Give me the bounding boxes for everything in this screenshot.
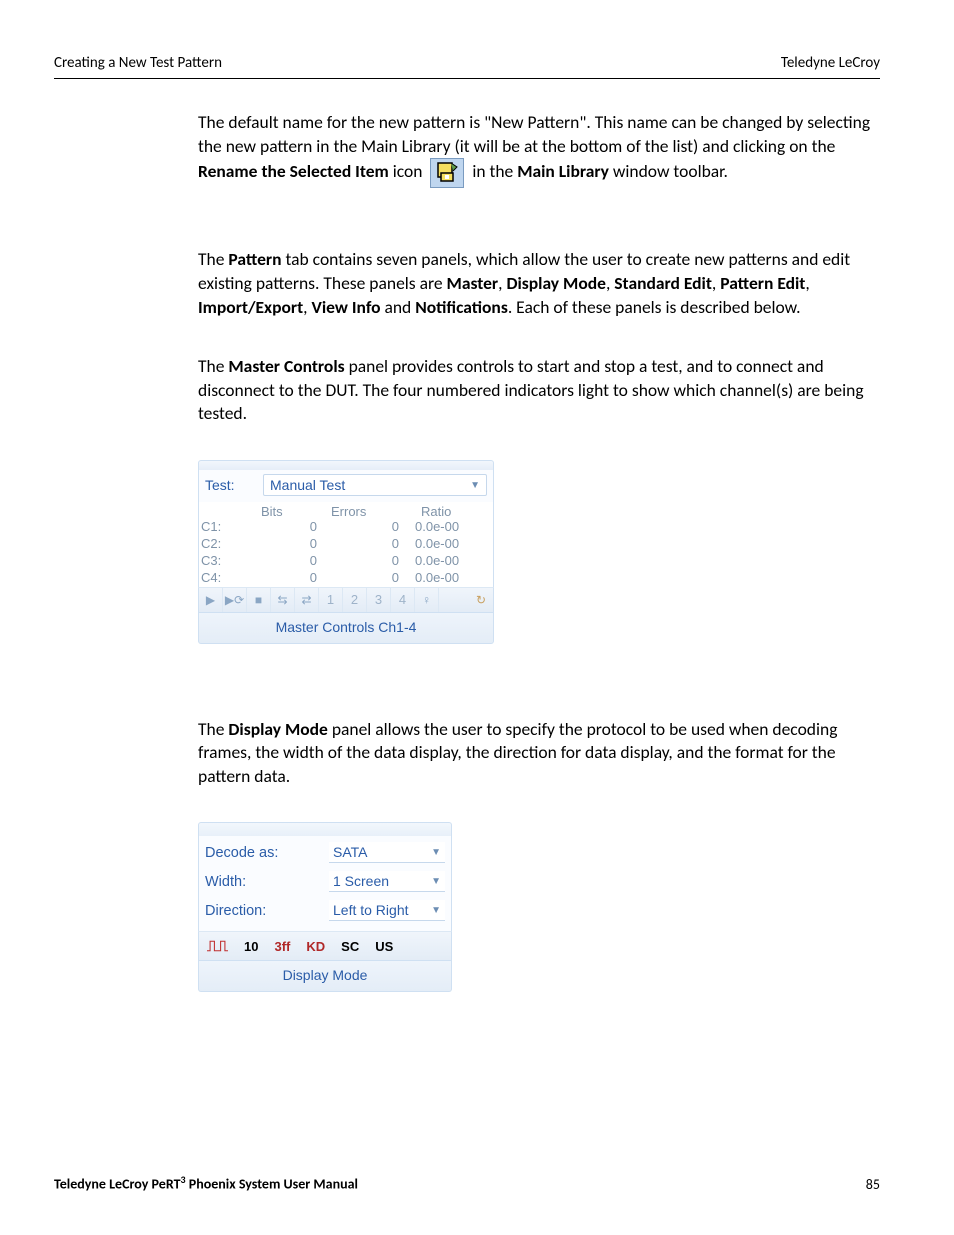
ratio-value: 0.0e-00 [413, 570, 483, 587]
display-mode-panel: Decode as: SATA ▼ Width: 1 Screen ▼ Dire… [198, 822, 452, 992]
width-label: Width: [205, 874, 329, 890]
chevron-down-icon: ▼ [470, 480, 480, 491]
paragraph-3: The Master Controls panel provides contr… [198, 355, 874, 426]
decode-label: Decode as: [205, 845, 329, 861]
test-selector-row: Test: Manual Test ▼ [198, 470, 494, 502]
panel-gradient-top [198, 822, 452, 836]
channel-indicator-4[interactable]: 4 [391, 588, 415, 612]
sync-fwd-icon[interactable]: ⇄ [295, 588, 319, 612]
paragraph-2: The Pattern tab contains seven panels, w… [198, 248, 874, 319]
format-kd-button[interactable]: KD [306, 939, 325, 954]
width-value: 1 Screen [333, 873, 389, 889]
channel-row: C1:000.0e-00 [198, 519, 494, 536]
bits-value: 0 [261, 570, 331, 587]
play-icon[interactable]: ▶ [199, 588, 223, 612]
channel-label: C4: [199, 570, 261, 587]
channel-row: C4:000.0e-00 [198, 570, 494, 587]
errors-value: 0 [331, 553, 413, 570]
format-3ff-button[interactable]: 3ff [274, 939, 290, 954]
errors-value: 0 [331, 536, 413, 553]
test-dropdown-value: Manual Test [270, 477, 345, 493]
direction-value: Left to Right [333, 902, 409, 918]
ratio-value: 0.0e-00 [413, 519, 483, 536]
bits-value: 0 [261, 519, 331, 536]
errors-value: 0 [331, 570, 413, 587]
errors-value: 0 [331, 519, 413, 536]
display-mode-toolbar: ⎍⎍ 10 3ff KD SC US [198, 931, 452, 961]
direction-dropdown[interactable]: Left to Right ▼ [329, 900, 445, 921]
page-footer: Teledyne LeCroy PeRT3 Phoenix System Use… [54, 1173, 880, 1193]
channel-label: C2: [199, 536, 261, 553]
width-row: Width: 1 Screen ▼ [205, 867, 445, 896]
rename-item-icon [430, 158, 464, 188]
decode-value: SATA [333, 844, 368, 860]
master-panel-caption: Master Controls Ch1-4 [198, 613, 494, 644]
stop-icon[interactable]: ■ [247, 588, 271, 612]
channel-indicator-1[interactable]: 1 [319, 588, 343, 612]
waveform-icon[interactable]: ⎍⎍ [207, 938, 228, 955]
header-left: Creating a New Test Pattern [54, 54, 222, 72]
format-us-button[interactable]: US [375, 939, 393, 954]
col-bits: Bits [261, 504, 331, 519]
connect-icon[interactable]: ♀ [415, 588, 439, 612]
sync-back-icon[interactable]: ⇆ [271, 588, 295, 612]
master-controls-panel: Test: Manual Test ▼ Bits Errors Ratio C1… [198, 460, 494, 644]
direction-label: Direction: [205, 903, 329, 919]
col-ratio: Ratio [413, 504, 483, 519]
ratio-value: 0.0e-00 [413, 536, 483, 553]
panel-gradient-top [198, 460, 494, 470]
test-dropdown[interactable]: Manual Test ▼ [263, 474, 487, 496]
decode-row: Decode as: SATA ▼ [205, 838, 445, 867]
direction-row: Direction: Left to Right ▼ [205, 896, 445, 925]
page-header: Creating a New Test Pattern Teledyne LeC… [54, 54, 880, 79]
chevron-down-icon: ▼ [431, 847, 441, 858]
channel-indicator-3[interactable]: 3 [367, 588, 391, 612]
channel-row: C3:000.0e-00 [198, 553, 494, 570]
header-right: Teledyne LeCroy [781, 54, 880, 72]
page-number: 85 [866, 1176, 880, 1193]
play-loop-icon[interactable]: ▶⟳ [223, 588, 247, 612]
ratio-value: 0.0e-00 [413, 553, 483, 570]
channel-label: C3: [199, 553, 261, 570]
chevron-down-icon: ▼ [431, 905, 441, 916]
paragraph-4: The Display Mode panel allows the user t… [198, 718, 874, 789]
test-label: Test: [205, 477, 263, 493]
footer-product: Teledyne LeCroy PeRT3 Phoenix System Use… [54, 1173, 358, 1193]
decode-dropdown[interactable]: SATA ▼ [329, 842, 445, 863]
chevron-down-icon: ▼ [431, 876, 441, 887]
format-10-button[interactable]: 10 [244, 939, 258, 954]
col-errors: Errors [331, 504, 413, 519]
paragraph-1: The default name for the new pattern is … [198, 111, 874, 188]
bits-value: 0 [261, 553, 331, 570]
master-columns-header: Bits Errors Ratio [198, 502, 494, 519]
display-mode-caption: Display Mode [198, 961, 452, 992]
master-toolbar: ▶ ▶⟳ ■ ⇆ ⇄ 1 2 3 4 ♀ ↻ [198, 587, 494, 613]
refresh-icon[interactable]: ↻ [469, 588, 493, 612]
channel-row: C2:000.0e-00 [198, 536, 494, 553]
width-dropdown[interactable]: 1 Screen ▼ [329, 871, 445, 892]
format-sc-button[interactable]: SC [341, 939, 359, 954]
channel-indicator-2[interactable]: 2 [343, 588, 367, 612]
bits-value: 0 [261, 536, 331, 553]
channel-label: C1: [199, 519, 261, 536]
